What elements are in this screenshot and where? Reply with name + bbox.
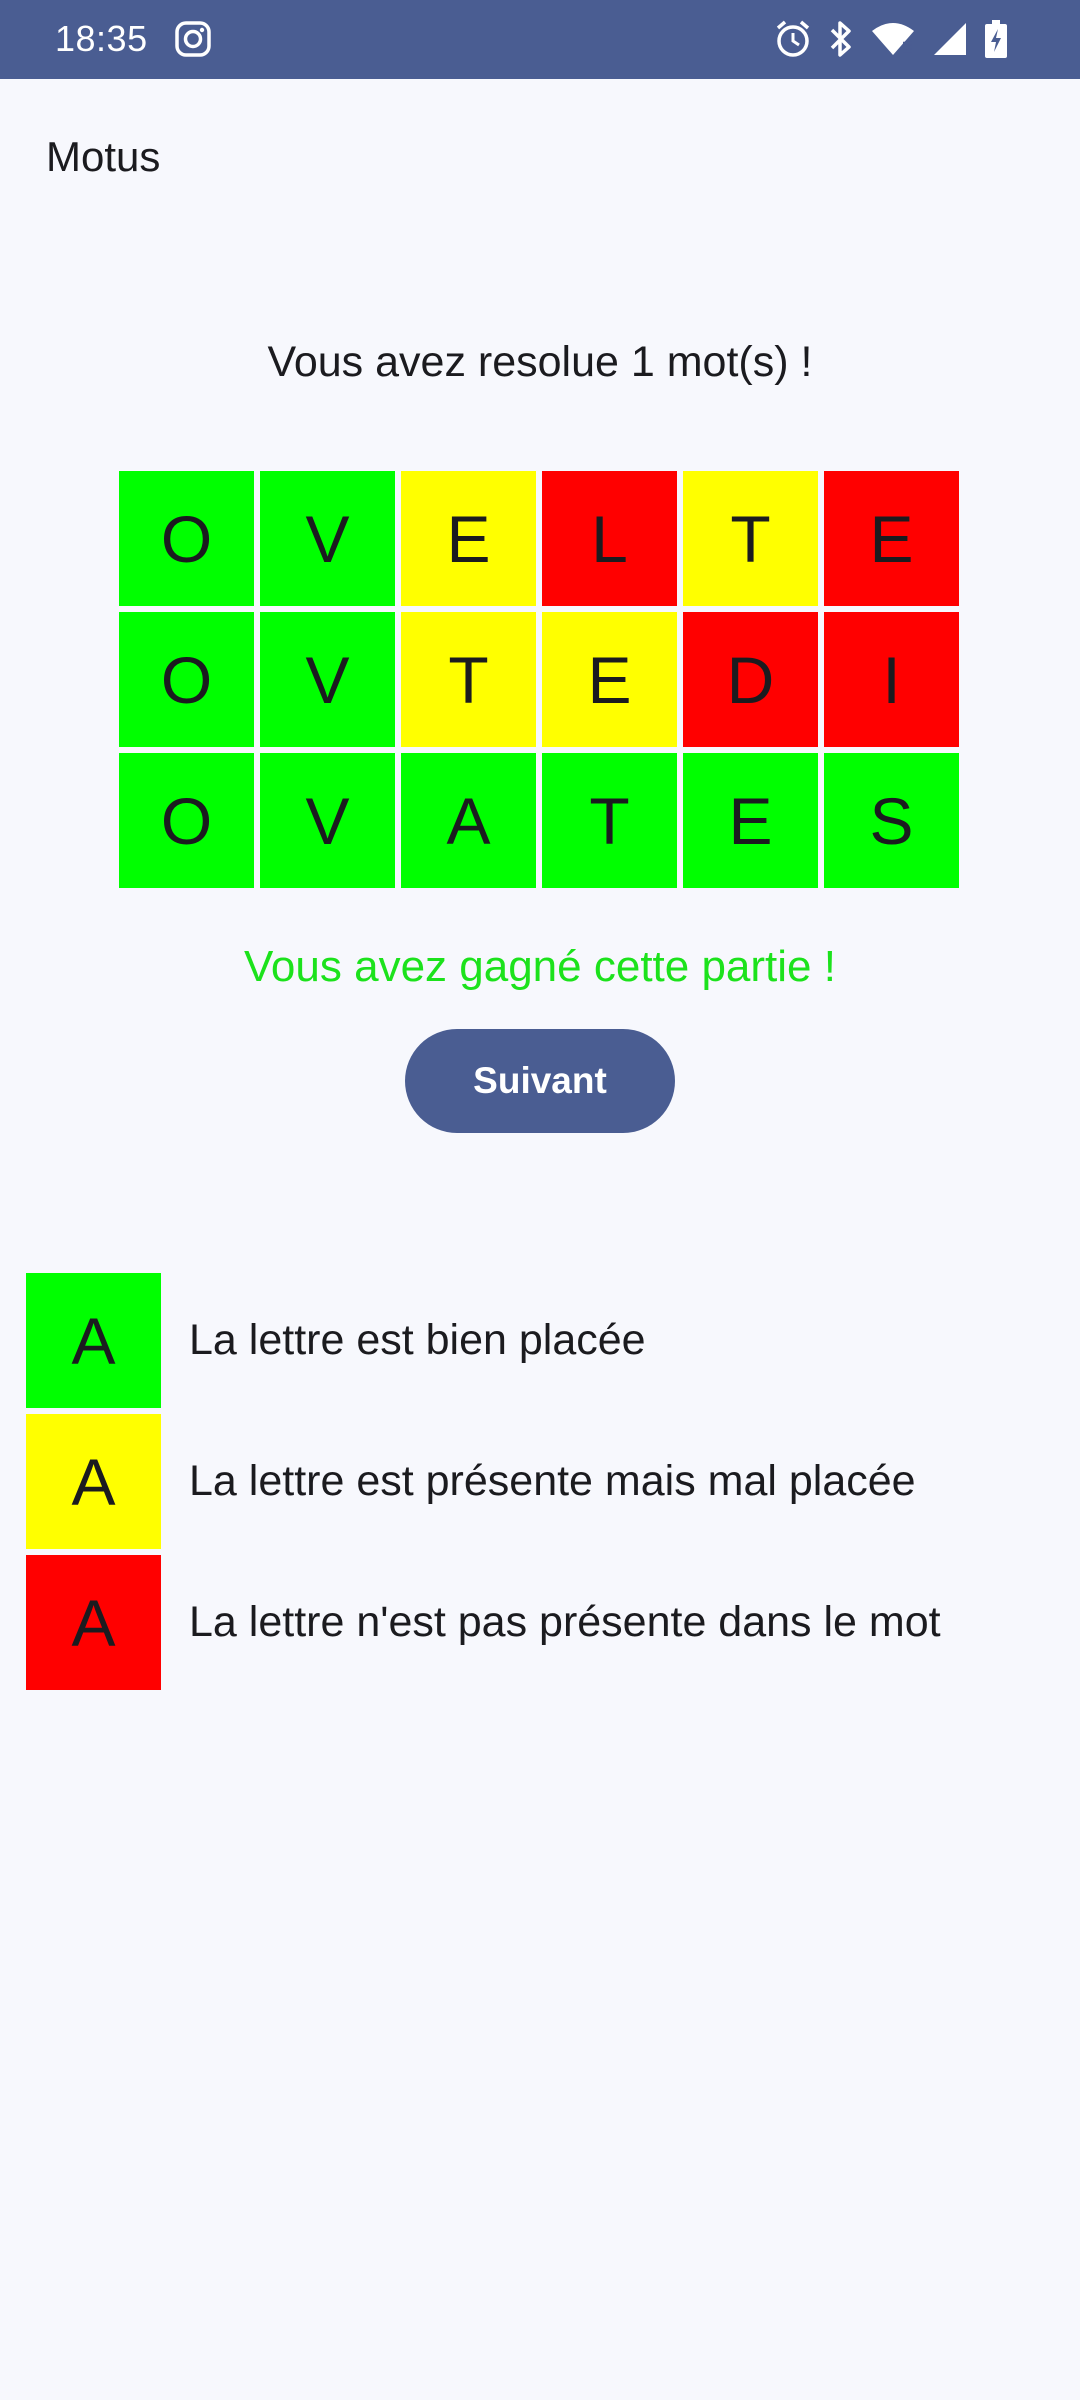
letter-cell: V <box>260 471 395 606</box>
letter-cell: L <box>542 471 677 606</box>
legend-row-absent: A La lettre n'est pas présente dans le mo… <box>26 1555 941 1690</box>
letter-cell: A <box>401 753 536 888</box>
letter-cell: S <box>824 753 959 888</box>
letter-cell: V <box>260 612 395 747</box>
letter-cell: E <box>824 471 959 606</box>
letter-cell: V <box>260 753 395 888</box>
letter-cell: I <box>824 612 959 747</box>
status-bar: 18:35 <box>0 0 1080 79</box>
next-button[interactable]: Suivant <box>405 1029 675 1133</box>
status-time: 18:35 <box>55 18 148 59</box>
word-grid: OVELTEOVTEDIOVATES <box>119 471 959 888</box>
letter-cell: O <box>119 471 254 606</box>
signal-icon <box>932 21 968 57</box>
win-message: Vous avez gagné cette partie ! <box>244 942 836 991</box>
legend-swatch-misplaced: A <box>26 1414 161 1549</box>
legend-description: La lettre est bien placée <box>189 1316 646 1364</box>
letter-cell: D <box>683 612 818 747</box>
legend-swatch-correct: A <box>26 1273 161 1408</box>
status-icons <box>774 18 1008 60</box>
letter-cell: O <box>119 753 254 888</box>
letter-cell: T <box>401 612 536 747</box>
letter-cell: E <box>683 753 818 888</box>
letter-cell: T <box>683 471 818 606</box>
letter-cell: E <box>542 612 677 747</box>
battery-charging-icon <box>984 19 1008 59</box>
letter-cell: E <box>401 471 536 606</box>
legend-row-correct: A La lettre est bien placée <box>26 1273 941 1408</box>
solved-count-message: Vous avez resolue 1 mot(s) ! <box>267 338 813 386</box>
legend: A La lettre est bien placée A La lettre est… <box>26 1273 941 1696</box>
app-title: Motus <box>46 133 161 180</box>
instagram-icon <box>174 20 212 58</box>
legend-row-misplaced: A La lettre est présente mais mal placée <box>26 1414 941 1549</box>
legend-description: La lettre est présente mais mal placée <box>189 1457 916 1505</box>
letter-cell: O <box>119 612 254 747</box>
letter-cell: T <box>542 753 677 888</box>
legend-swatch-absent: A <box>26 1555 161 1690</box>
wifi-icon <box>870 21 916 57</box>
alarm-icon <box>774 19 812 59</box>
bluetooth-icon <box>828 19 854 59</box>
legend-description: La lettre n'est pas présente dans le mot <box>189 1598 941 1646</box>
